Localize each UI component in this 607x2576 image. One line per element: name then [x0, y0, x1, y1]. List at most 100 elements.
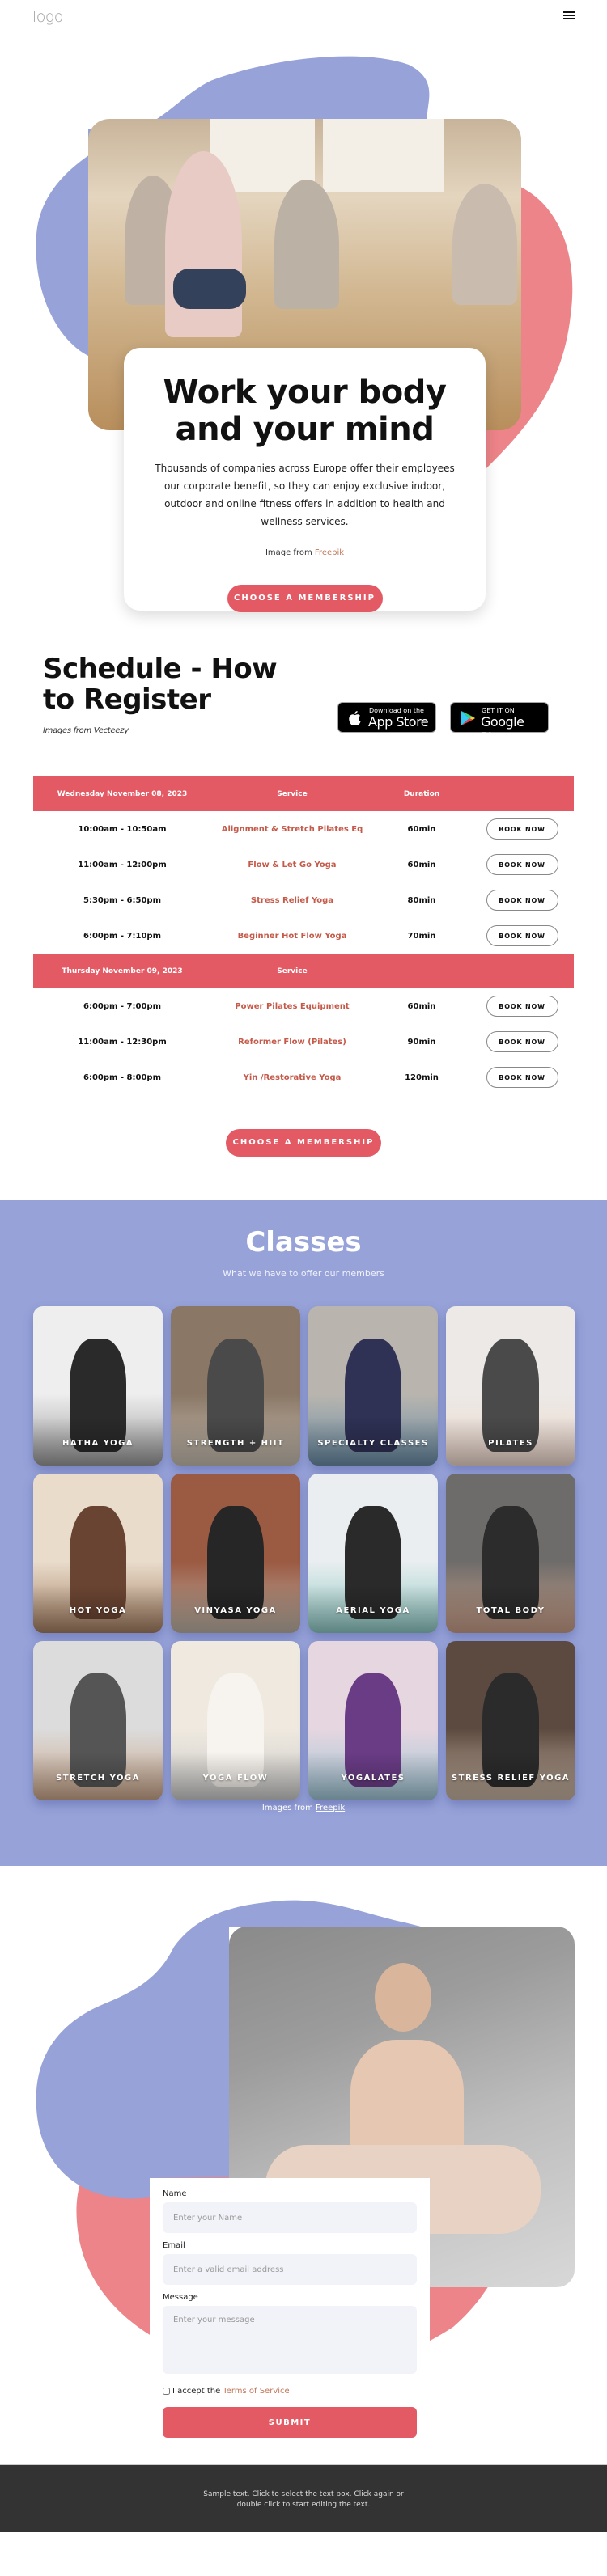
class-card[interactable]: HATHA YOGA — [33, 1306, 163, 1466]
classes-grid: HATHA YOGA STRENGTH + HIIT SPECIALTY CLASS… — [33, 1306, 575, 1800]
hero-title-line2: and your mind — [175, 411, 435, 448]
book-now-button[interactable]: BOOK NOW — [486, 854, 558, 875]
app-store-big-text: App Store — [368, 714, 429, 730]
class-card[interactable]: HOT YOGA — [33, 1474, 163, 1633]
hero-title: Work your body and your mind — [124, 374, 486, 448]
action-cell: BOOK NOW — [470, 918, 574, 954]
class-card-label: STRENGTH + HIIT — [186, 1439, 285, 1448]
class-photo-figure — [482, 1506, 539, 1619]
class-card-label: YOGALATES — [341, 1774, 405, 1783]
class-card[interactable]: TOTAL BODY — [446, 1474, 575, 1633]
class-photo-figure — [345, 1506, 401, 1619]
schedule-image-credit: Images from Vecteezy — [43, 726, 129, 735]
book-now-button[interactable]: BOOK NOW — [486, 996, 558, 1017]
choose-membership-button[interactable]: CHOOSE A MEMBERSHIP — [227, 585, 383, 612]
hero-title-line1: Work your body — [163, 374, 447, 411]
class-service[interactable]: Reformer Flow (Pilates) — [211, 1024, 373, 1060]
class-duration: 60min — [407, 1001, 436, 1011]
class-card[interactable]: AERIAL YOGA — [308, 1474, 438, 1633]
class-photo-figure — [345, 1673, 401, 1787]
class-time: 10:00am - 10:50am — [78, 824, 167, 834]
column-header: Service — [211, 954, 373, 988]
freepik-link[interactable]: Freepik — [315, 548, 344, 557]
class-card-label: SPECIALTY CLASSES — [317, 1439, 429, 1448]
class-photo-figure — [482, 1339, 539, 1452]
menu-line — [563, 15, 575, 16]
message-textarea[interactable] — [163, 2306, 417, 2374]
yoga-person — [165, 151, 242, 337]
classes-title: Classes — [245, 1226, 362, 1258]
email-label: Email — [163, 2241, 185, 2250]
class-card[interactable]: PILATES — [446, 1306, 575, 1466]
class-photo-figure — [207, 1506, 264, 1619]
class-card[interactable]: SPECIALTY CLASSES — [308, 1306, 438, 1466]
logo[interactable]: logo — [32, 8, 63, 26]
footer-text[interactable]: Sample text. Click to select the text bo… — [198, 2489, 409, 2510]
schedule-section: Schedule - How to Register Images from V… — [0, 631, 607, 1200]
class-card-label: STRETCH YOGA — [56, 1774, 140, 1783]
action-cell: BOOK NOW — [470, 988, 574, 1024]
column-header: Duration — [373, 776, 470, 811]
credit-prefix: Images from — [261, 1804, 313, 1813]
submit-button[interactable]: SUBMIT — [163, 2407, 417, 2438]
name-input[interactable] — [163, 2202, 417, 2233]
class-card[interactable]: STRENGTH + HIIT — [171, 1306, 300, 1466]
classes-subtitle: What we have to offer our members — [223, 1268, 384, 1279]
class-service[interactable]: Stress Relief Yoga — [211, 882, 373, 918]
class-service[interactable]: Beginner Hot Flow Yoga — [211, 918, 373, 954]
google-play-button[interactable]: GET IT ON Google Play — [450, 702, 549, 745]
schedule-row: 6:00pm - 8:00pm Yin /Restorative Yoga 120m… — [33, 1060, 574, 1095]
action-cell: BOOK NOW — [470, 811, 574, 847]
class-card-label: YOGA FLOW — [202, 1774, 269, 1783]
class-duration: 70min — [407, 931, 436, 941]
app-store-small-text: Download on the — [369, 707, 424, 714]
class-photo-figure — [207, 1673, 264, 1787]
class-card[interactable]: YOGALATES — [308, 1641, 438, 1800]
book-now-button[interactable]: BOOK NOW — [486, 890, 558, 911]
book-now-button[interactable]: BOOK NOW — [486, 1067, 558, 1088]
contact-form: Name Email Message I accept the Terms of… — [150, 2178, 430, 2438]
class-photo-figure — [70, 1673, 126, 1787]
email-input[interactable] — [163, 2254, 417, 2285]
column-header — [470, 776, 574, 811]
app-store-button[interactable]: Download on the App Store — [337, 702, 436, 733]
class-card[interactable]: STRETCH YOGA — [33, 1641, 163, 1800]
schedule-title-line2: to Register — [43, 683, 211, 716]
action-cell: BOOK NOW — [470, 882, 574, 918]
class-service[interactable]: Alignment & Stretch Pilates Eq — [211, 811, 373, 847]
class-card[interactable]: STRESS RELIEF YOGA — [446, 1641, 575, 1800]
freepik-link[interactable]: Freepik — [316, 1804, 345, 1813]
choose-membership-button[interactable]: CHOOSE A MEMBERSHIP — [226, 1129, 381, 1157]
class-service[interactable]: Yin /Restorative Yoga — [211, 1060, 373, 1095]
schedule-row: 11:00am - 12:00pm Flow & Let Go Yoga 60min… — [33, 847, 574, 882]
yoga-person — [274, 180, 339, 309]
class-time: 5:30pm - 6:50pm — [83, 895, 161, 905]
class-card[interactable]: VINYASA YOGA — [171, 1474, 300, 1633]
class-duration: 60min — [407, 860, 436, 869]
class-duration: 90min — [407, 1037, 436, 1047]
schedule-title-line1: Schedule - How — [43, 653, 278, 685]
class-service[interactable]: Flow & Let Go Yoga — [211, 847, 373, 882]
class-photo-figure — [345, 1339, 401, 1452]
day-date-header: Wednesday November 08, 2023 — [33, 776, 211, 811]
class-time: 11:00am - 12:00pm — [78, 860, 167, 869]
class-card[interactable]: YOGA FLOW — [171, 1641, 300, 1800]
hamburger-menu-icon[interactable] — [563, 11, 575, 21]
terms-of-service-link[interactable]: Terms of Service — [223, 2387, 289, 2396]
column-header — [373, 954, 470, 988]
day-date-header: Thursday November 09, 2023 — [33, 954, 211, 988]
book-now-button[interactable]: BOOK NOW — [486, 1031, 558, 1052]
class-service[interactable]: Power Pilates Equipment — [211, 988, 373, 1024]
book-now-button[interactable]: BOOK NOW — [486, 925, 558, 946]
book-now-button[interactable]: BOOK NOW — [486, 818, 558, 840]
name-label: Name — [163, 2189, 187, 2198]
schedule-row: 11:00am - 12:30pm Reformer Flow (Pilates)… — [33, 1024, 574, 1060]
vecteezy-link[interactable]: Vecteezy — [94, 726, 129, 735]
terms-row: I accept the Terms of Service — [163, 2387, 417, 2396]
action-cell: BOOK NOW — [470, 847, 574, 882]
terms-checkbox[interactable] — [163, 2388, 170, 2395]
schedule-row: 6:00pm - 7:10pm Beginner Hot Flow Yoga 70m… — [33, 918, 574, 954]
schedule-table: Wednesday November 08, 2023 Service Durati… — [33, 776, 574, 1095]
person-head — [375, 1963, 431, 2032]
class-card-label: PILATES — [488, 1439, 533, 1448]
